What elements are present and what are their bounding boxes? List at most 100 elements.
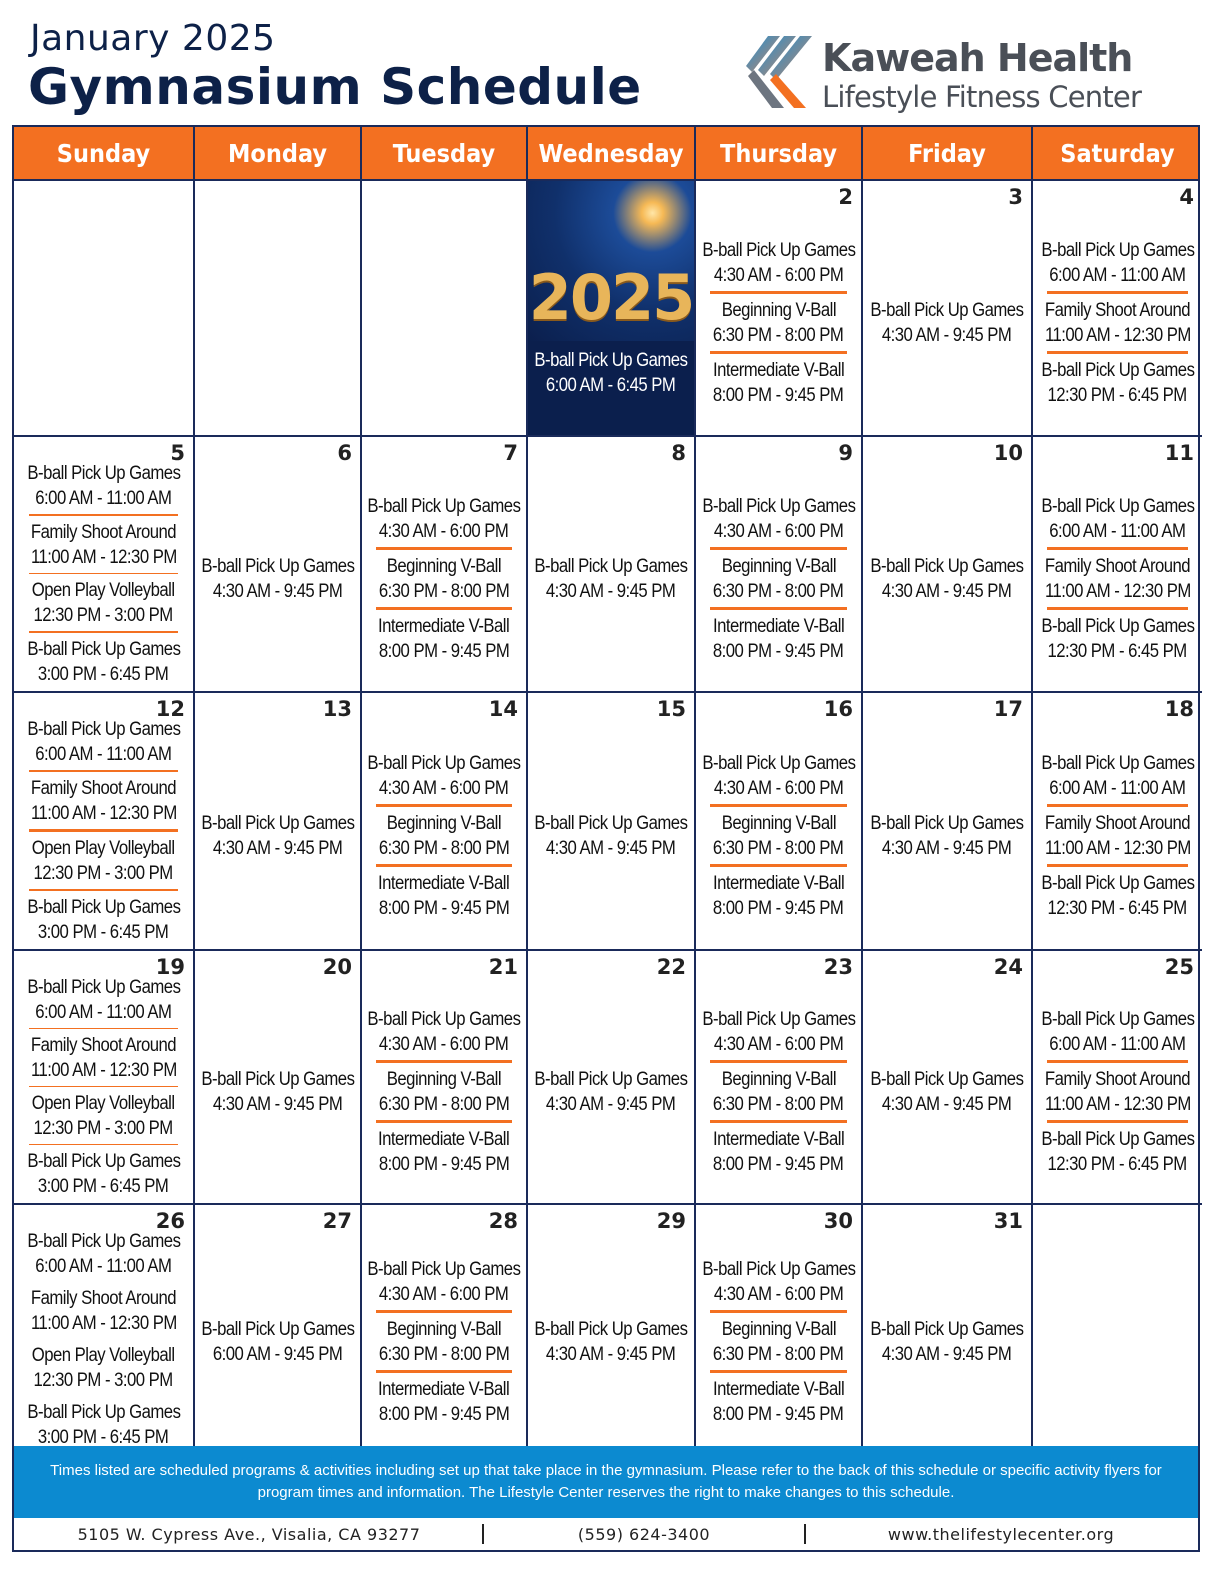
event-time: 4:30 AM - 6:00 PM [713,265,844,286]
event-time: 6:00 AM - 11:00 AM [35,488,172,509]
event-time: 6:00 AM - 11:00 AM [1049,1034,1186,1055]
footer-website[interactable]: www.thelifestylecenter.org [804,1525,1198,1544]
event-list: B-ball Pick Up Games 4:30 AM - 9:45 PM [528,1239,694,1445]
event-name: B-ball Pick Up Games [702,240,856,261]
event-divider [1047,804,1188,807]
event-list: B-ball Pick Up Games 4:30 AM - 6:00 PM Beg… [362,471,526,687]
event-time: 4:30 AM - 9:45 PM [212,838,343,859]
event-name: B-ball Pick Up Games [27,639,181,661]
day-cell-26: 26 B-ball Pick Up Games 6:00 AM - 11:00 AM… [14,1205,195,1449]
weekday-thursday: Thursday [696,127,863,179]
event-name: Family Shoot Around [30,1288,177,1309]
day-number: 15 [656,697,686,721]
event-divider [375,1310,513,1313]
day-number: 27 [322,1209,352,1233]
event-divider [375,1060,513,1063]
event-time: 4:30 AM - 9:45 PM [546,1094,676,1115]
event-list: B-ball Pick Up Games 4:30 AM - 9:45 PM [863,1239,1031,1445]
event-name: B-ball Pick Up Games [1041,496,1195,517]
calendar: Sunday Monday Tuesday Wednesday Thursday… [12,125,1202,1451]
event-list: B-ball Pick Up Games 4:30 AM - 6:00 PM Beg… [696,471,861,687]
day-cell-21: 21 B-ball Pick Up Games 4:30 AM - 6:00 PM B… [362,951,528,1205]
event-name: B-ball Pick Up Games [534,813,689,834]
event-list: B-ball Pick Up Games 4:30 AM - 6:00 PM Beg… [696,985,861,1199]
event-name: B-ball Pick Up Games [1041,753,1195,774]
event-time: 4:30 AM - 6:00 PM [713,778,844,799]
event-time: 6:30 PM - 8:00 PM [378,838,510,859]
event-time: 4:30 AM - 9:45 PM [546,1344,676,1365]
event-divider [1047,1060,1188,1063]
event-name: B-ball Pick Up Games [27,719,181,740]
event-name: Intermediate V-Ball [378,616,510,637]
event-name: Beginning V-Ball [386,1319,502,1340]
event-time: 6:30 PM - 8:00 PM [378,1094,510,1115]
day-number: 28 [488,1209,518,1233]
event-name: B-ball Pick Up Games [870,300,1025,321]
kaweah-k-stripes-icon [746,36,812,108]
event-name: Family Shoot Around [30,1035,177,1056]
event-divider [375,547,513,550]
event-divider [710,547,847,550]
event-time: 4:30 AM - 9:45 PM [882,325,1012,346]
event-list: B-ball Pick Up Games 4:30 AM - 6:00 PM Beg… [362,727,526,945]
day-number: 30 [823,1209,853,1233]
event-list: B-ball Pick Up Games 6:00 AM - 11:00 AM Fa… [14,1229,193,1448]
event-time: 4:30 AM - 9:45 PM [546,838,676,859]
event-name: B-ball Pick Up Games [534,1069,689,1090]
day-cell-empty: 2025 B-ball Pick Up Games 6:00 AM - 6:45 P… [528,181,696,437]
weekday-saturday: Saturday [1060,138,1175,168]
event-divider [375,864,513,867]
event-list: B-ball Pick Up Games 4:30 AM - 9:45 PM [195,985,360,1199]
event-time: 12:30 PM - 3:00 PM [33,605,174,627]
event-time: 4:30 AM - 9:45 PM [212,1094,343,1115]
event-name: Open Play Volleyball [32,580,175,602]
event-name: Family Shoot Around [1044,813,1191,834]
event-time: 8:00 PM - 9:45 PM [378,898,510,919]
event-divider [1047,547,1188,550]
weekday-friday: Friday [863,127,1033,179]
event-list: B-ball Pick Up Games 4:30 AM - 9:45 PM [863,727,1031,945]
event-time: 6:00 AM - 6:45 PM [546,375,676,396]
day-number: 29 [656,1209,686,1233]
event-time: 3:00 PM - 6:45 PM [38,1176,169,1197]
event-time: 6:00 AM - 11:00 AM [1049,265,1186,286]
calendar-grid: 2025 B-ball Pick Up Games 6:00 AM - 6:45 P… [14,179,1202,1449]
day-cell-17: 17 B-ball Pick Up Games 4:30 AM - 9:45 PM [863,693,1033,951]
event-time: 11:00 AM - 12:30 PM [30,803,177,825]
event-list: B-ball Pick Up Games 6:00 AM - 11:00 AM Fa… [14,975,193,1199]
event-time: 11:00 AM - 12:30 PM [30,1313,177,1334]
event-name: Beginning V-Ball [721,300,836,321]
footer-divider [482,1524,484,1544]
day-number: 8 [671,441,686,465]
event-divider [1047,607,1188,610]
event-name: Intermediate V-Ball [712,360,845,381]
event-name: Family Shoot Around [1044,556,1191,577]
event-time: 4:30 AM - 6:00 PM [713,521,844,542]
day-cell-empty [1033,1205,1202,1449]
event-time: 8:00 PM - 9:45 PM [713,641,844,662]
day-cell-30: 30 B-ball Pick Up Games 4:30 AM - 6:00 PM B… [696,1205,863,1449]
day-cell-23: 23 B-ball Pick Up Games 4:30 AM - 6:00 PM B… [696,951,863,1205]
day-cell-22: 22 B-ball Pick Up Games 4:30 AM - 9:45 PM [528,951,696,1205]
event-divider [29,572,178,575]
event-name: B-ball Pick Up Games [1041,1129,1195,1150]
event-divider [1047,1120,1188,1123]
day-number: 21 [488,955,518,979]
day-cell-20: 20 B-ball Pick Up Games 4:30 AM - 9:45 PM [195,951,362,1205]
event-list: B-ball Pick Up Games 6:00 AM - 9:45 PM [195,1239,360,1445]
event-name: Beginning V-Ball [721,813,836,834]
day-cell-12: 12 B-ball Pick Up Games 6:00 AM - 11:00 AM… [14,693,195,951]
event-divider [710,351,847,354]
day-number: 6 [337,441,352,465]
event-name: B-ball Pick Up Games [27,1402,181,1423]
event-name: Beginning V-Ball [721,1319,836,1340]
day-number: 14 [488,697,518,721]
event-name: Family Shoot Around [1044,1069,1191,1090]
event-name: Open Play Volleyball [32,1093,175,1114]
event-divider [710,291,847,294]
event-name: B-ball Pick Up Games [367,1259,522,1280]
event-name: B-ball Pick Up Games [201,813,355,834]
event-time: 4:30 AM - 9:45 PM [882,581,1012,602]
day-cell-3: 3 B-ball Pick Up Games 4:30 AM - 9:45 PM [863,181,1033,437]
brand-logo: Kaweah Health Lifestyle Fitness Center [740,32,1180,114]
